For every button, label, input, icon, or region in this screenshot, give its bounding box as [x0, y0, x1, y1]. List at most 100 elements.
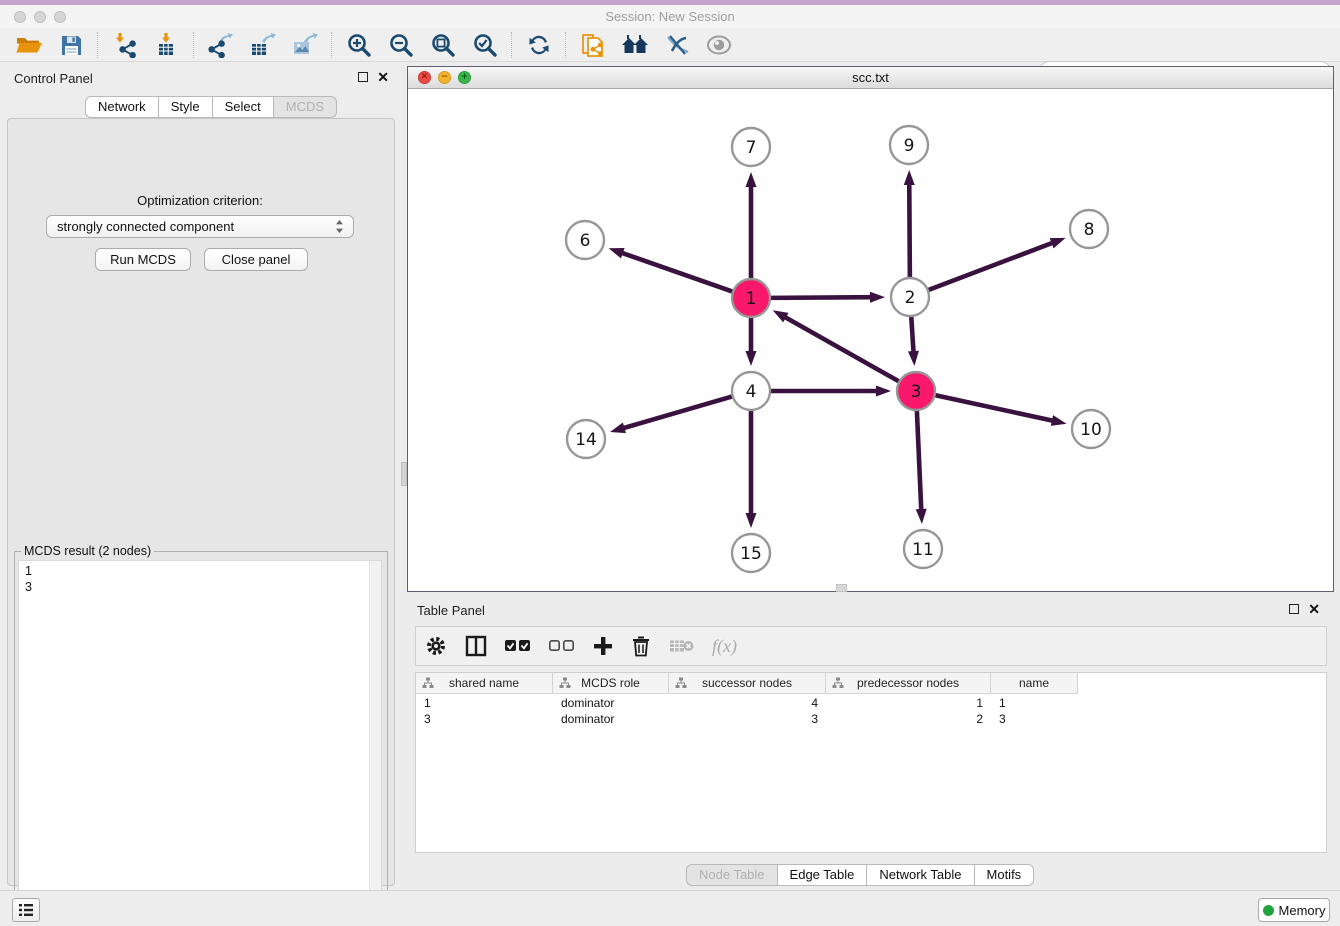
- edge-2-9[interactable]: [904, 170, 915, 277]
- edge-3-1[interactable]: [773, 310, 899, 381]
- column-header-shared-name[interactable]: shared name: [416, 673, 553, 693]
- edge-4-3[interactable]: [771, 386, 891, 397]
- svg-text:11: 11: [912, 540, 934, 560]
- gear-icon[interactable]: [425, 635, 447, 657]
- result-scrollbar[interactable]: [369, 561, 381, 926]
- edge-1-7[interactable]: [746, 172, 757, 278]
- graph-node-10[interactable]: 10: [1072, 410, 1110, 448]
- column-header-MCDS-role[interactable]: MCDS role: [553, 673, 669, 693]
- memory-button[interactable]: Memory: [1258, 898, 1330, 922]
- add-column-icon[interactable]: [593, 636, 613, 656]
- export-network-icon[interactable]: [206, 31, 236, 59]
- apply-layout-icon[interactable]: [524, 31, 554, 59]
- edge-3-10[interactable]: [936, 395, 1067, 426]
- cell-predecessor-nodes[interactable]: 2: [826, 711, 991, 727]
- graph-node-9[interactable]: 9: [890, 126, 928, 164]
- table-row-1[interactable]: 1dominator411: [416, 695, 1078, 711]
- column-header-successor-nodes[interactable]: successor nodes: [669, 673, 826, 693]
- tab-motifs[interactable]: Motifs: [975, 864, 1035, 886]
- graph-node-11[interactable]: 11: [904, 530, 942, 568]
- zoom-in-icon[interactable]: [344, 31, 374, 59]
- cell-name[interactable]: 3: [991, 711, 1078, 727]
- graph-node-15[interactable]: 15: [732, 534, 770, 572]
- tab-network-table[interactable]: Network Table: [867, 864, 974, 886]
- graph-node-7[interactable]: 7: [732, 128, 770, 166]
- import-table-icon[interactable]: [152, 31, 182, 59]
- svg-text:8: 8: [1084, 220, 1095, 240]
- memory-status-icon: [1263, 905, 1274, 916]
- node-table[interactable]: shared nameMCDS rolesuccessor nodesprede…: [415, 672, 1327, 853]
- control-panel-title: Control Panel: [14, 71, 93, 86]
- graph-node-8[interactable]: 8: [1070, 210, 1108, 248]
- select-all-icon[interactable]: [505, 639, 531, 653]
- network-window-titlebar[interactable]: ✕ − + scc.txt: [408, 67, 1333, 89]
- network-canvas[interactable]: 7 9 6 8 1 2 4 3 14 10 15 11: [408, 89, 1333, 591]
- memory-label: Memory: [1279, 903, 1326, 918]
- titlebar[interactable]: Session: New Session: [0, 5, 1340, 28]
- save-session-icon[interactable]: [56, 31, 86, 59]
- cell-shared-name[interactable]: 3: [416, 711, 553, 727]
- export-table-icon[interactable]: [248, 31, 278, 59]
- hide-panel-icon[interactable]: [662, 31, 692, 59]
- toolbar-separator: [331, 32, 333, 58]
- tab-edge-table[interactable]: Edge Table: [778, 864, 868, 886]
- graph-node-2[interactable]: 2: [891, 278, 929, 316]
- svg-text:7: 7: [746, 138, 757, 158]
- show-all-networks-icon[interactable]: [620, 31, 650, 59]
- zoom-fit-icon[interactable]: [428, 31, 458, 59]
- edge-4-15[interactable]: [746, 411, 757, 528]
- cell-MCDS-role[interactable]: dominator: [553, 711, 669, 727]
- edge-1-4[interactable]: [746, 318, 757, 366]
- list-icon: [18, 903, 34, 917]
- close-panel-icon[interactable]: ✕: [377, 72, 389, 82]
- edge-1-6[interactable]: [609, 248, 733, 291]
- edge-4-14[interactable]: [610, 397, 732, 434]
- delete-column-icon[interactable]: [631, 635, 651, 657]
- close-panel-button[interactable]: Close panel: [204, 248, 308, 271]
- edge-2-8[interactable]: [929, 238, 1066, 290]
- table-row-3[interactable]: 3dominator323: [416, 711, 1078, 727]
- deselect-all-icon[interactable]: [549, 639, 575, 653]
- tab-select[interactable]: Select: [213, 96, 274, 118]
- tab-style[interactable]: Style: [159, 96, 213, 118]
- zoom-out-icon[interactable]: [386, 31, 416, 59]
- cell-predecessor-nodes[interactable]: 1: [826, 695, 991, 711]
- tab-network[interactable]: Network: [85, 96, 159, 118]
- mcds-result-textarea[interactable]: 1 3: [18, 560, 382, 926]
- graph-node-1[interactable]: 1: [732, 279, 770, 317]
- graph-node-4[interactable]: 4: [732, 372, 770, 410]
- cell-MCDS-role[interactable]: dominator: [553, 695, 669, 711]
- delete-table-icon: [669, 638, 694, 654]
- svg-text:9: 9: [904, 136, 915, 156]
- open-session-icon[interactable]: [14, 31, 44, 59]
- tab-node-table[interactable]: Node Table: [686, 864, 778, 886]
- zoom-selected-icon[interactable]: [470, 31, 500, 59]
- optimization-criterion-select[interactable]: strongly connected component: [46, 215, 354, 238]
- cell-successor-nodes[interactable]: 3: [669, 711, 826, 727]
- column-header-name[interactable]: name: [991, 673, 1078, 693]
- cell-shared-name[interactable]: 1: [416, 695, 553, 711]
- cell-name[interactable]: 1: [991, 695, 1078, 711]
- float-table-panel-icon[interactable]: [1289, 604, 1299, 614]
- mcds-tab-content: Optimization criterion: strongly connect…: [7, 118, 395, 886]
- graph-node-3[interactable]: 3: [897, 372, 935, 410]
- eye-disabled-icon[interactable]: [704, 31, 734, 59]
- columns-icon[interactable]: [465, 635, 487, 657]
- svg-text:3: 3: [911, 382, 922, 402]
- float-panel-icon[interactable]: [358, 72, 368, 82]
- graph-node-6[interactable]: 6: [566, 221, 604, 259]
- close-table-panel-icon[interactable]: ✕: [1308, 604, 1320, 614]
- export-image-icon[interactable]: [290, 31, 320, 59]
- edge-3-11[interactable]: [916, 411, 927, 524]
- clone-network-icon[interactable]: [578, 31, 608, 59]
- edge-1-2[interactable]: [771, 292, 885, 303]
- canvas-resize-handle[interactable]: [836, 584, 847, 592]
- tab-mcds[interactable]: MCDS: [274, 96, 337, 118]
- import-network-icon[interactable]: [110, 31, 140, 59]
- task-history-button[interactable]: [12, 898, 40, 922]
- column-header-predecessor-nodes[interactable]: predecessor nodes: [826, 673, 991, 693]
- run-mcds-button[interactable]: Run MCDS: [95, 248, 191, 271]
- graph-node-14[interactable]: 14: [567, 420, 605, 458]
- edge-2-3[interactable]: [908, 317, 919, 366]
- cell-successor-nodes[interactable]: 4: [669, 695, 826, 711]
